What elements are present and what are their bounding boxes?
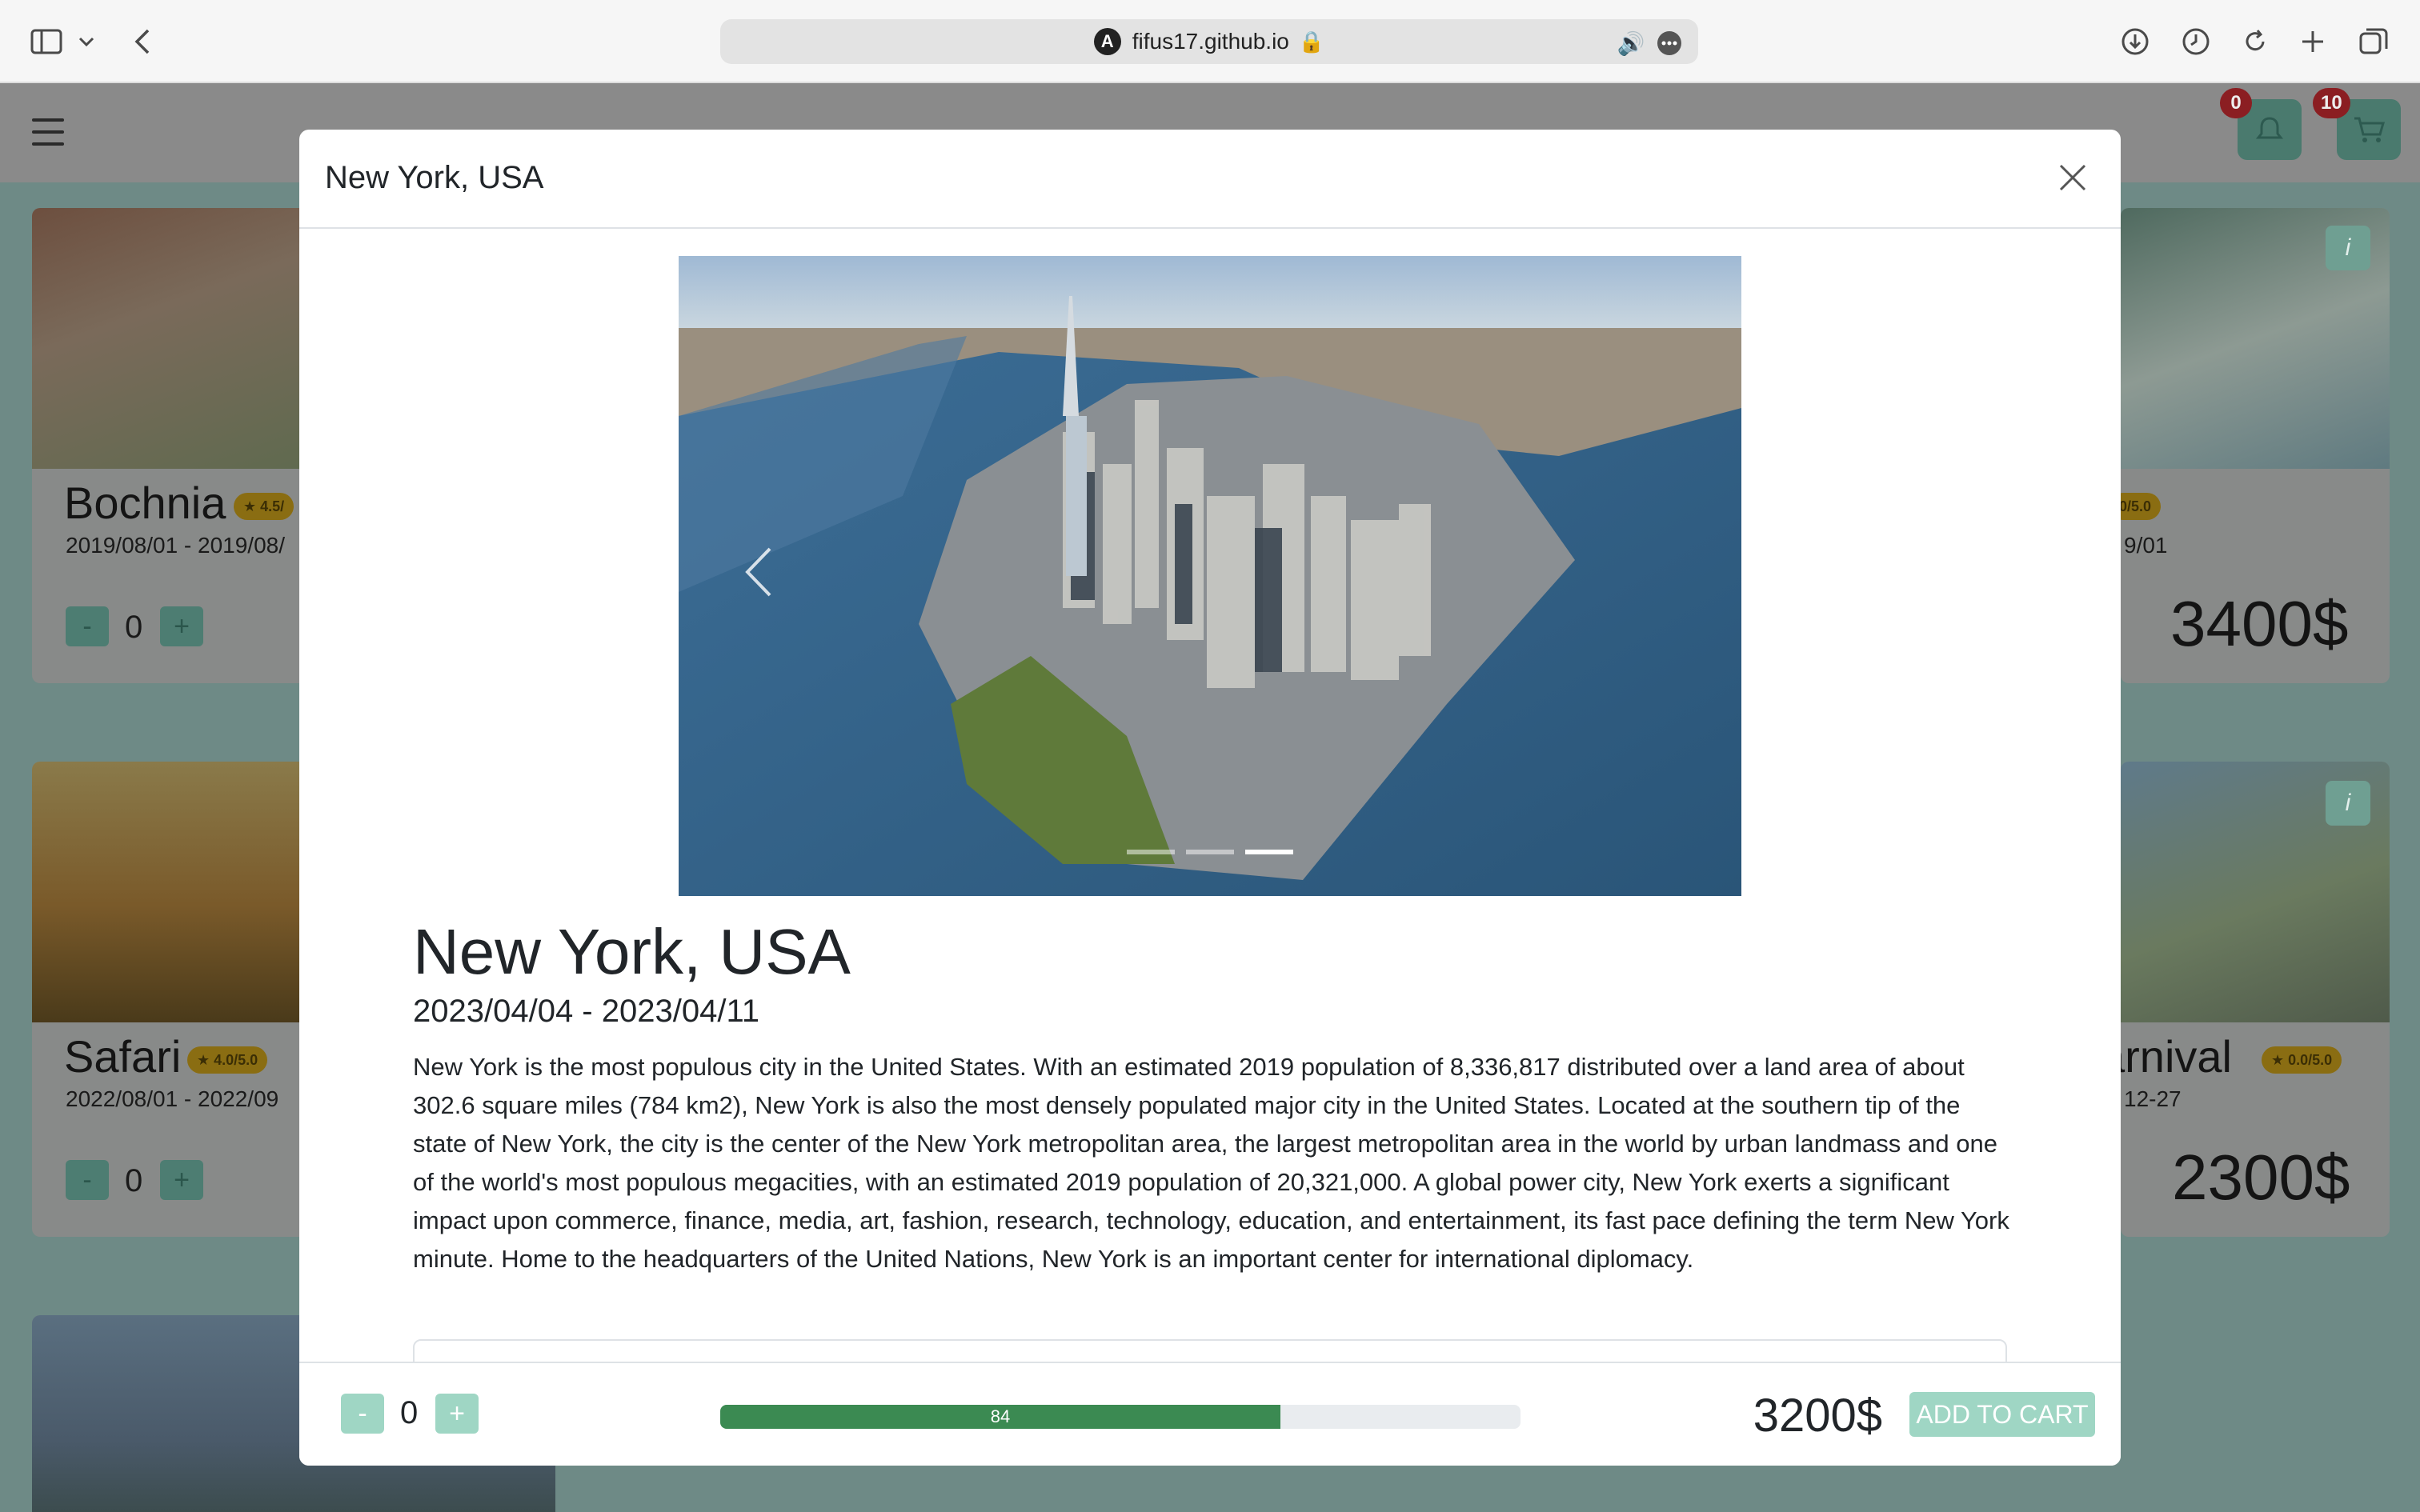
menu-icon[interactable] <box>32 118 64 146</box>
browser-toolbar: A fifus17.github.io 🔒 🔊 <box>0 0 2420 83</box>
new-tab-icon[interactable] <box>2290 19 2335 64</box>
trip-description: New York is the most populous city in th… <box>413 1053 2009 1273</box>
trip-card-info-button[interactable]: i <box>2326 226 2370 270</box>
trip-name: New York, USA <box>413 916 851 987</box>
trip-card-minus-button[interactable]: - <box>66 1160 109 1200</box>
trip-card-dates: 12-27 <box>2124 1086 2182 1111</box>
trip-card-quantity: 0 <box>125 1163 143 1198</box>
trip-card-dates: 9/01 <box>2124 533 2168 558</box>
reload-icon[interactable] <box>2233 19 2278 64</box>
lock-icon: 🔒 <box>1298 29 1325 54</box>
image-carousel[interactable] <box>679 256 1741 896</box>
chevron-down-icon[interactable] <box>70 19 102 64</box>
modal-footer: - 0 + 84 3200$ ADD TO CART <box>299 1362 2121 1466</box>
notifications-badge: 0 <box>2220 88 2252 118</box>
carousel-indicator[interactable] <box>1127 850 1175 854</box>
modal-title: New York, USA <box>325 160 544 195</box>
history-icon[interactable] <box>2174 19 2218 64</box>
quantity-minus-button[interactable]: - <box>341 1394 384 1434</box>
speaker-icon[interactable]: 🔊 <box>1617 29 1645 58</box>
trip-card-title: Bochnia <box>64 478 226 528</box>
city-photo <box>679 256 1741 896</box>
quantity-plus-button[interactable]: + <box>435 1394 479 1434</box>
downloads-icon[interactable] <box>2113 19 2158 64</box>
progress-fill: 84 <box>720 1405 1280 1429</box>
sidebar-toggle-icon[interactable] <box>24 19 69 64</box>
trip-dates: 2023/04/04 - 2023/04/11 <box>413 994 759 1029</box>
trip-card-quantity: 0 <box>125 610 143 645</box>
trip-card-price: 2300$ <box>2172 1142 2350 1213</box>
modal-header: New York, USA <box>299 130 2121 229</box>
trip-details-modal: New York, USA New York, USA 2023/04/04 -… <box>299 130 2121 1466</box>
trip-card-image <box>32 762 320 1022</box>
quantity-value: 0 <box>400 1395 419 1430</box>
carousel-indicator[interactable] <box>1186 850 1234 854</box>
trip-card-plus-button[interactable]: + <box>160 1160 203 1200</box>
carousel-indicator[interactable] <box>1245 850 1293 854</box>
url-text: fifus17.github.io <box>1132 29 1289 54</box>
page-menu-icon[interactable] <box>1655 29 1684 58</box>
trip-card-dates: 2019/08/01 - 2019/08/ <box>66 533 286 558</box>
site-favicon-icon: A <box>1093 28 1121 55</box>
close-icon[interactable] <box>2049 154 2097 202</box>
tab-overview-icon[interactable] <box>2351 19 2396 64</box>
trip-card-info-button[interactable]: i <box>2326 781 2370 826</box>
address-bar[interactable]: A fifus17.github.io 🔒 🔊 <box>720 19 1698 64</box>
add-to-cart-button[interactable]: ADD TO CART <box>1909 1392 2095 1437</box>
back-icon[interactable] <box>120 19 165 64</box>
trip-card-dates: 2022/08/01 - 2022/09 <box>66 1086 279 1111</box>
carousel-indicators[interactable] <box>679 850 1741 854</box>
trip-card-rating: ★ 4.0/5.0 <box>187 1046 268 1074</box>
trip-price: 3200$ <box>1753 1390 1882 1442</box>
trip-card-price: 3400$ <box>2170 588 2349 659</box>
availability-progress: 84 <box>720 1405 1521 1429</box>
trip-card-rating: ★ 4.5/ <box>234 493 294 520</box>
trip-card-rating: ★ 0.0/5.0 <box>2262 1046 2342 1074</box>
trip-card-plus-button[interactable]: + <box>160 606 203 646</box>
trip-card-title: Safari <box>64 1031 182 1082</box>
cart-badge: 10 <box>2313 88 2350 118</box>
trip-card-image <box>32 208 320 469</box>
carousel-prev-icon[interactable] <box>743 544 791 608</box>
trip-card-minus-button[interactable]: - <box>66 606 109 646</box>
